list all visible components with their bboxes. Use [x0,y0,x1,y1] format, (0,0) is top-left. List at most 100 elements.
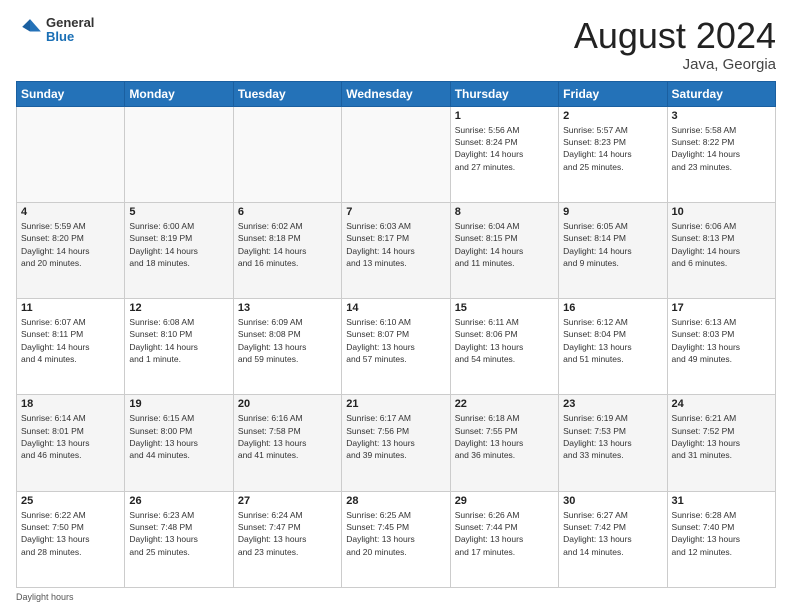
day-info: Sunrise: 6:05 AM Sunset: 8:14 PM Dayligh… [563,220,662,269]
calendar-day-header: Saturday [667,81,775,106]
day-number: 17 [672,302,771,314]
calendar-week-row: 4Sunrise: 5:59 AM Sunset: 8:20 PM Daylig… [17,202,776,298]
calendar-cell: 2 Sunrise: 5:57 AM Sunset: 8:23 PM Daylig… [559,106,667,202]
calendar-cell: 9 Sunrise: 6:05 AM Sunset: 8:14 PM Daylig… [559,202,667,298]
day-number: 20 [238,398,337,410]
calendar-cell: 15 Sunrise: 6:11 AM Sunset: 8:06 PM Dayli… [450,299,558,395]
calendar-cell: 26 Sunrise: 6:23 AM Sunset: 7:48 PM Dayli… [125,491,233,587]
calendar-cell: 8 Sunrise: 6:04 AM Sunset: 8:15 PM Daylig… [450,202,558,298]
day-info: Sunrise: 6:07 AM Sunset: 8:11 PM Dayligh… [21,316,120,365]
day-info: Sunrise: 6:11 AM Sunset: 8:06 PM Dayligh… [455,316,554,365]
calendar-cell: 27 Sunrise: 6:24 AM Sunset: 7:47 PM Dayli… [233,491,341,587]
day-number: 16 [563,302,662,314]
day-info: Sunrise: 6:09 AM Sunset: 8:08 PM Dayligh… [238,316,337,365]
day-info: Sunrise: 6:17 AM Sunset: 7:56 PM Dayligh… [346,412,445,461]
location-title: Java, Georgia [574,56,776,73]
day-number: 28 [346,495,445,507]
footer: Daylight hours [16,592,776,602]
calendar-cell [125,106,233,202]
day-number: 23 [563,398,662,410]
day-info: Sunrise: 6:21 AM Sunset: 7:52 PM Dayligh… [672,412,771,461]
calendar-cell: 28 Sunrise: 6:25 AM Sunset: 7:45 PM Dayli… [342,491,450,587]
calendar-cell: 22 Sunrise: 6:18 AM Sunset: 7:55 PM Dayli… [450,395,558,491]
day-info: Sunrise: 6:18 AM Sunset: 7:55 PM Dayligh… [455,412,554,461]
calendar-cell: 5Sunrise: 6:00 AM Sunset: 8:19 PM Daylig… [125,202,233,298]
calendar-cell: 16 Sunrise: 6:12 AM Sunset: 8:04 PM Dayli… [559,299,667,395]
title-block: August 2024 Java, Georgia [574,16,776,73]
day-number: 8 [455,206,554,218]
calendar-cell: 29 Sunrise: 6:26 AM Sunset: 7:44 PM Dayli… [450,491,558,587]
day-number: 25 [21,495,120,507]
calendar-week-row: 11 Sunrise: 6:07 AM Sunset: 8:11 PM Dayli… [17,299,776,395]
day-number: 31 [672,495,771,507]
day-number: 11 [21,302,120,314]
calendar-cell: 20 Sunrise: 6:16 AM Sunset: 7:58 PM Dayli… [233,395,341,491]
calendar-cell: 4Sunrise: 5:59 AM Sunset: 8:20 PM Daylig… [17,202,125,298]
daylight-hours-label: Daylight hours [16,592,74,602]
day-number: 10 [672,206,771,218]
header: General Blue August 2024 Java, Georgia [16,16,776,73]
day-info: Sunrise: 6:10 AM Sunset: 8:07 PM Dayligh… [346,316,445,365]
day-info: Sunrise: 6:00 AM Sunset: 8:19 PM Dayligh… [129,220,228,269]
calendar-cell: 6Sunrise: 6:02 AM Sunset: 8:18 PM Daylig… [233,202,341,298]
logo-general: General [46,16,94,30]
calendar-cell: 18 Sunrise: 6:14 AM Sunset: 8:01 PM Dayli… [17,395,125,491]
day-number: 13 [238,302,337,314]
day-number: 22 [455,398,554,410]
logo-icon [16,16,44,44]
day-info: Sunrise: 6:23 AM Sunset: 7:48 PM Dayligh… [129,509,228,558]
day-number: 24 [672,398,771,410]
day-info: Sunrise: 6:04 AM Sunset: 8:15 PM Dayligh… [455,220,554,269]
day-info: Sunrise: 6:06 AM Sunset: 8:13 PM Dayligh… [672,220,771,269]
day-info: Sunrise: 5:59 AM Sunset: 8:20 PM Dayligh… [21,220,120,269]
day-info: Sunrise: 6:27 AM Sunset: 7:42 PM Dayligh… [563,509,662,558]
calendar-day-header: Thursday [450,81,558,106]
day-info: Sunrise: 5:58 AM Sunset: 8:22 PM Dayligh… [672,124,771,173]
page: General Blue August 2024 Java, Georgia S… [0,0,792,612]
day-info: Sunrise: 6:28 AM Sunset: 7:40 PM Dayligh… [672,509,771,558]
calendar-cell: 19Sunrise: 6:15 AM Sunset: 8:00 PM Dayli… [125,395,233,491]
day-number: 30 [563,495,662,507]
day-info: Sunrise: 6:25 AM Sunset: 7:45 PM Dayligh… [346,509,445,558]
calendar-cell: 30 Sunrise: 6:27 AM Sunset: 7:42 PM Dayli… [559,491,667,587]
day-number: 2 [563,110,662,122]
day-info: Sunrise: 5:57 AM Sunset: 8:23 PM Dayligh… [563,124,662,173]
calendar-cell: 14 Sunrise: 6:10 AM Sunset: 8:07 PM Dayli… [342,299,450,395]
day-info: Sunrise: 6:26 AM Sunset: 7:44 PM Dayligh… [455,509,554,558]
calendar-cell: 7Sunrise: 6:03 AM Sunset: 8:17 PM Daylig… [342,202,450,298]
day-number: 26 [129,495,228,507]
calendar-table: SundayMondayTuesdayWednesdayThursdayFrid… [16,81,776,588]
day-info: Sunrise: 6:12 AM Sunset: 8:04 PM Dayligh… [563,316,662,365]
day-number: 27 [238,495,337,507]
day-number: 18 [21,398,120,410]
calendar-week-row: 18 Sunrise: 6:14 AM Sunset: 8:01 PM Dayli… [17,395,776,491]
day-info: Sunrise: 6:15 AM Sunset: 8:00 PM Dayligh… [129,412,228,461]
calendar-day-header: Friday [559,81,667,106]
calendar-cell [233,106,341,202]
calendar-day-header: Monday [125,81,233,106]
day-number: 15 [455,302,554,314]
day-info: Sunrise: 6:22 AM Sunset: 7:50 PM Dayligh… [21,509,120,558]
calendar-cell: 10 Sunrise: 6:06 AM Sunset: 8:13 PM Dayli… [667,202,775,298]
calendar-cell: 12Sunrise: 6:08 AM Sunset: 8:10 PM Dayli… [125,299,233,395]
calendar-cell: 24 Sunrise: 6:21 AM Sunset: 7:52 PM Dayli… [667,395,775,491]
day-info: Sunrise: 6:16 AM Sunset: 7:58 PM Dayligh… [238,412,337,461]
day-info: Sunrise: 6:19 AM Sunset: 7:53 PM Dayligh… [563,412,662,461]
calendar-cell: 1Sunrise: 5:56 AM Sunset: 8:24 PM Daylig… [450,106,558,202]
day-number: 14 [346,302,445,314]
day-info: Sunrise: 6:03 AM Sunset: 8:17 PM Dayligh… [346,220,445,269]
day-number: 1 [455,110,554,122]
logo-text: General Blue [46,16,94,45]
calendar-cell: 21Sunrise: 6:17 AM Sunset: 7:56 PM Dayli… [342,395,450,491]
calendar-cell: 3Sunrise: 5:58 AM Sunset: 8:22 PM Daylig… [667,106,775,202]
day-info: Sunrise: 6:08 AM Sunset: 8:10 PM Dayligh… [129,316,228,365]
day-info: Sunrise: 6:14 AM Sunset: 8:01 PM Dayligh… [21,412,120,461]
day-number: 6 [238,206,337,218]
day-number: 9 [563,206,662,218]
day-info: Sunrise: 6:24 AM Sunset: 7:47 PM Dayligh… [238,509,337,558]
calendar-header-row: SundayMondayTuesdayWednesdayThursdayFrid… [17,81,776,106]
calendar-day-header: Wednesday [342,81,450,106]
calendar-cell [17,106,125,202]
logo: General Blue [16,16,94,45]
day-number: 29 [455,495,554,507]
